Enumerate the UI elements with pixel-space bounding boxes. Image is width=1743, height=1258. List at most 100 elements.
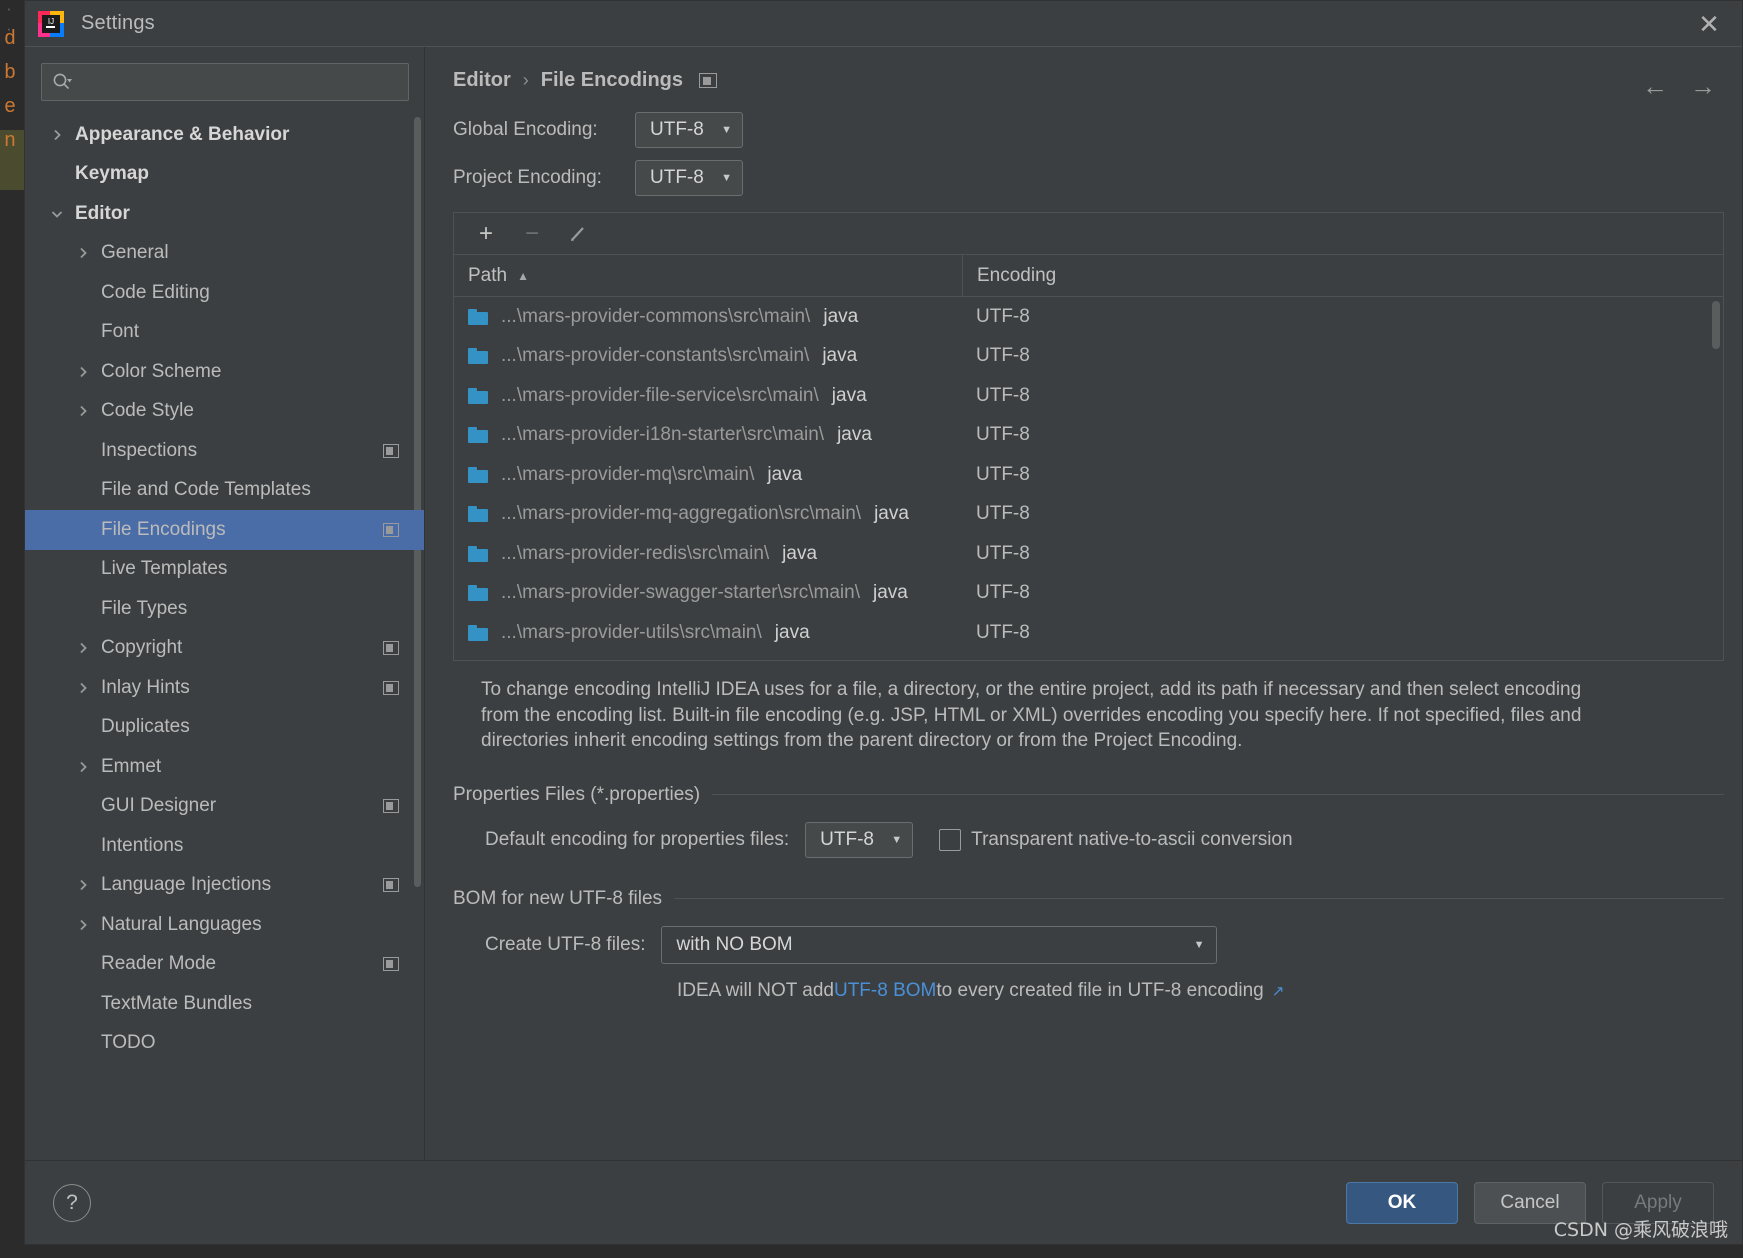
search-input[interactable] <box>72 72 398 92</box>
sidebar-item-language-injections[interactable]: Language Injections <box>25 866 425 906</box>
table-cell-encoding[interactable]: UTF-8 <box>962 345 1030 367</box>
sidebar-item-emmet[interactable]: Emmet <box>25 747 425 787</box>
arrow-right-icon[interactable]: → <box>1690 71 1716 102</box>
table-cell-encoding[interactable]: UTF-8 <box>962 424 1030 446</box>
sidebar-item-editor[interactable]: Editor <box>25 194 425 234</box>
sidebar-item-color-scheme[interactable]: Color Scheme <box>25 352 425 392</box>
folder-icon <box>468 387 488 404</box>
sidebar-item-gui-designer[interactable]: GUI Designer <box>25 787 425 827</box>
transparent-native-to-ascii-checkbox[interactable] <box>939 828 962 851</box>
sidebar-item-label: Inlay Hints <box>101 676 190 698</box>
utf8-bom-link[interactable]: UTF-8 BOM <box>834 980 936 1002</box>
chevron-right-icon[interactable] <box>75 640 91 656</box>
chevron-right-icon[interactable] <box>75 680 91 696</box>
chevron-down-icon: ▼ <box>721 172 732 184</box>
sidebar-item-live-templates[interactable]: Live Templates <box>25 550 425 590</box>
sidebar-item-keymap[interactable]: Keymap <box>25 155 425 195</box>
ok-button[interactable]: OK <box>1346 1181 1458 1224</box>
dialog-titlebar: IJ Settings ✕ <box>25 1 1742 47</box>
table-scrollbar[interactable] <box>1712 301 1720 349</box>
sidebar-item-reader-mode[interactable]: Reader Mode <box>25 945 425 985</box>
chevron-right-icon[interactable] <box>75 403 91 419</box>
table-row[interactable]: ...\mars-provider-constants\src\main\ jav… <box>454 337 1723 377</box>
close-icon[interactable]: ✕ <box>1694 9 1724 39</box>
sidebar-item-file-encodings[interactable]: File Encodings <box>25 510 425 550</box>
chevron-right-icon[interactable] <box>75 364 91 380</box>
bottom-background-strip <box>0 1245 1743 1258</box>
sidebar-item-font[interactable]: Font <box>25 313 425 353</box>
external-link-icon: ↗ <box>1271 982 1285 1000</box>
table-row[interactable]: ...\mars-provider-file-service\src\main\… <box>454 376 1723 416</box>
sidebar-item-file-types[interactable]: File Types <box>25 589 425 629</box>
sidebar-item-label: GUI Designer <box>101 795 217 817</box>
chevron-down-icon: ▼ <box>721 124 732 136</box>
table-row[interactable]: ...\mars-provider-swagger-starter\src\ma… <box>454 574 1723 614</box>
table-cell-path-tail: java <box>782 542 818 564</box>
table-row[interactable]: ...\mars-provider-i18n-starter\src\main\… <box>454 416 1723 456</box>
table-cell-path-tail: java <box>823 305 859 327</box>
column-header-encoding[interactable]: Encoding <box>963 265 1056 287</box>
sidebar-item-code-style[interactable]: Code Style <box>25 392 425 432</box>
navigation-arrows: ← → <box>1642 71 1716 102</box>
search-box[interactable] <box>41 63 409 101</box>
sidebar-item-file-and-code-templates[interactable]: File and Code Templates <box>25 471 425 511</box>
project-encoding-select[interactable]: UTF-8 ▼ <box>635 160 743 196</box>
sidebar-item-inlay-hints[interactable]: Inlay Hints <box>25 668 425 708</box>
chevron-right-icon[interactable] <box>75 877 91 893</box>
create-utf8-files-select[interactable]: with NO BOM ▼ <box>661 925 1218 964</box>
table-row[interactable]: ...\mars-provider-redis\src\main\ java UTF… <box>454 534 1723 574</box>
default-properties-encoding-select[interactable]: UTF-8 ▼ <box>805 821 914 858</box>
table-cell-encoding[interactable]: UTF-8 <box>962 582 1030 604</box>
sidebar-item-general[interactable]: General <box>25 234 425 274</box>
sidebar-item-natural-languages[interactable]: Natural Languages <box>25 905 425 945</box>
column-header-path[interactable]: Path ▲ <box>454 265 962 287</box>
intellij-idea-logo-icon: IJ <box>37 10 65 38</box>
sidebar-item-intentions[interactable]: Intentions <box>25 826 425 866</box>
table-cell-encoding[interactable]: UTF-8 <box>962 543 1030 565</box>
table-row[interactable]: ...\mars-provider-mq-aggregation\src\mai… <box>454 495 1723 535</box>
chevron-right-icon[interactable] <box>75 759 91 775</box>
pencil-icon[interactable] <box>560 219 596 249</box>
sidebar-item-todo[interactable]: TODO <box>25 1024 425 1064</box>
table-cell-encoding[interactable]: UTF-8 <box>962 385 1030 407</box>
settings-tree[interactable]: Appearance & Behavior Keymap Editor General… <box>25 111 425 1160</box>
project-scope-badge-icon <box>383 641 399 656</box>
table-cell-path: ...\mars-provider-utils\src\main\ java <box>454 622 962 644</box>
sidebar-item-textmate-bundles[interactable]: TextMate Bundles <box>25 984 425 1024</box>
plus-icon[interactable]: + <box>468 219 504 249</box>
sidebar-item-duplicates[interactable]: Duplicates <box>25 708 425 748</box>
sidebar-item-label: Reader Mode <box>101 953 217 975</box>
global-encoding-select[interactable]: UTF-8 ▼ <box>635 112 743 148</box>
chevron-right-icon[interactable] <box>75 245 91 261</box>
chevron-right-icon[interactable] <box>49 127 65 143</box>
table-cell-path-tail: java <box>872 582 908 604</box>
encodings-table-body[interactable]: ...\mars-provider-commons\src\main\ java U… <box>454 297 1723 661</box>
sidebar-item-inspections[interactable]: Inspections <box>25 431 425 471</box>
breadcrumb-parent[interactable]: Editor <box>453 69 511 92</box>
table-row[interactable]: ...\mars-provider-mq\src\main\ java UTF-8 <box>454 455 1723 495</box>
sidebar-item-label: Code Style <box>101 400 194 422</box>
help-question-icon[interactable]: ? <box>53 1183 91 1222</box>
table-cell-encoding[interactable]: UTF-8 <box>962 622 1030 644</box>
table-cell-encoding[interactable]: UTF-8 <box>962 503 1030 525</box>
sidebar-item-code-editing[interactable]: Code Editing <box>25 273 425 313</box>
dialog-body: Appearance & Behavior Keymap Editor General… <box>25 47 1742 1160</box>
table-row[interactable]: ...\mars-provider-utils\src\main\ java UTF… <box>454 613 1723 653</box>
default-properties-encoding-value: UTF-8 <box>820 828 874 850</box>
sidebar-item-label: Language Injections <box>101 874 272 896</box>
sidebar-item-label: Font <box>101 321 140 343</box>
table-cell-encoding[interactable]: UTF-8 <box>962 306 1030 328</box>
bom-note-suffix: to every created file in UTF-8 encoding <box>936 979 1264 1001</box>
table-row[interactable]: ...\mars-provider-commons\src\main\ java U… <box>454 297 1723 337</box>
sidebar-item-appearance-behavior[interactable]: Appearance & Behavior <box>25 115 425 155</box>
folder-icon <box>468 466 488 483</box>
chevron-right-icon[interactable] <box>75 917 91 933</box>
sidebar-item-copyright[interactable]: Copyright <box>25 629 425 669</box>
chevron-down-icon[interactable] <box>49 206 65 222</box>
settings-sidebar: Appearance & Behavior Keymap Editor General… <box>25 47 425 1160</box>
table-cell-encoding[interactable]: UTF-8 <box>962 464 1030 486</box>
arrow-left-icon[interactable]: ← <box>1642 71 1668 102</box>
folder-icon <box>468 506 488 523</box>
table-cell-path: ...\mars-provider-mq-aggregation\src\mai… <box>454 503 962 525</box>
folder-icon <box>468 545 488 562</box>
